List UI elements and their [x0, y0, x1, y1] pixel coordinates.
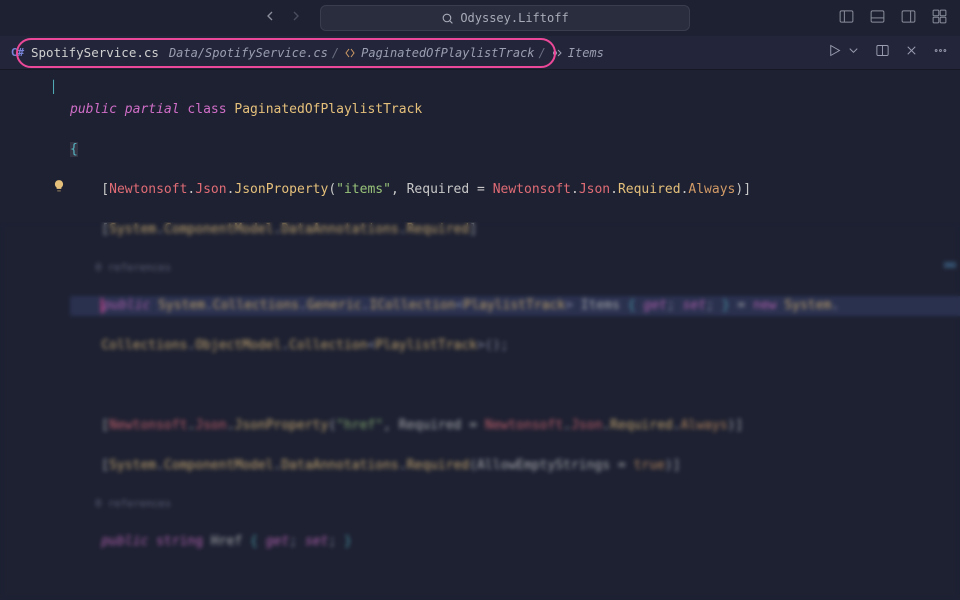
tab-spotifyservice[interactable]: C# SpotifyService.cs [0, 36, 169, 69]
layout-toggle-bottom-icon[interactable] [869, 8, 886, 29]
code-editor[interactable]: │ public partial class PaginatedOfPlayli… [0, 70, 960, 600]
breadcrumb-member: Items [568, 46, 604, 60]
csharp-file-icon: C# [10, 45, 25, 60]
split-editor-icon[interactable] [875, 43, 890, 62]
breadcrumb-class: PaginatedOfPlaylistTrack [361, 46, 534, 60]
search-icon [441, 12, 454, 25]
minimap-marker [944, 262, 956, 268]
command-center-search[interactable]: Odyssey.Liftoff [320, 5, 690, 31]
line-gutter [0, 70, 50, 600]
property-icon [550, 46, 564, 60]
lightbulb-icon[interactable] [52, 179, 66, 193]
title-bar: Odyssey.Liftoff [0, 0, 960, 36]
breadcrumb[interactable]: Data/SpotifyService.cs / PaginatedOfPlay… [169, 46, 604, 60]
back-button[interactable] [262, 8, 278, 28]
more-actions-icon[interactable] [933, 43, 948, 62]
class-icon [343, 46, 357, 60]
code-content[interactable]: public partial class PaginatedOfPlaylist… [70, 70, 960, 600]
run-dropdown-icon[interactable] [846, 43, 861, 62]
close-tab-button[interactable] [904, 43, 919, 62]
tab-bar: C# SpotifyService.cs Data/SpotifyService… [0, 36, 960, 70]
layout-toggle-right-icon[interactable] [900, 8, 917, 29]
customize-layout-icon[interactable] [931, 8, 948, 29]
folding-gutter: │ [50, 70, 70, 600]
forward-button[interactable] [288, 8, 304, 28]
tab-filename: SpotifyService.cs [31, 45, 159, 60]
run-button[interactable] [827, 43, 842, 62]
layout-toggle-left-icon[interactable] [838, 8, 855, 29]
search-text: Odyssey.Liftoff [460, 11, 568, 25]
breadcrumb-path: Data/SpotifyService.cs [169, 46, 328, 60]
